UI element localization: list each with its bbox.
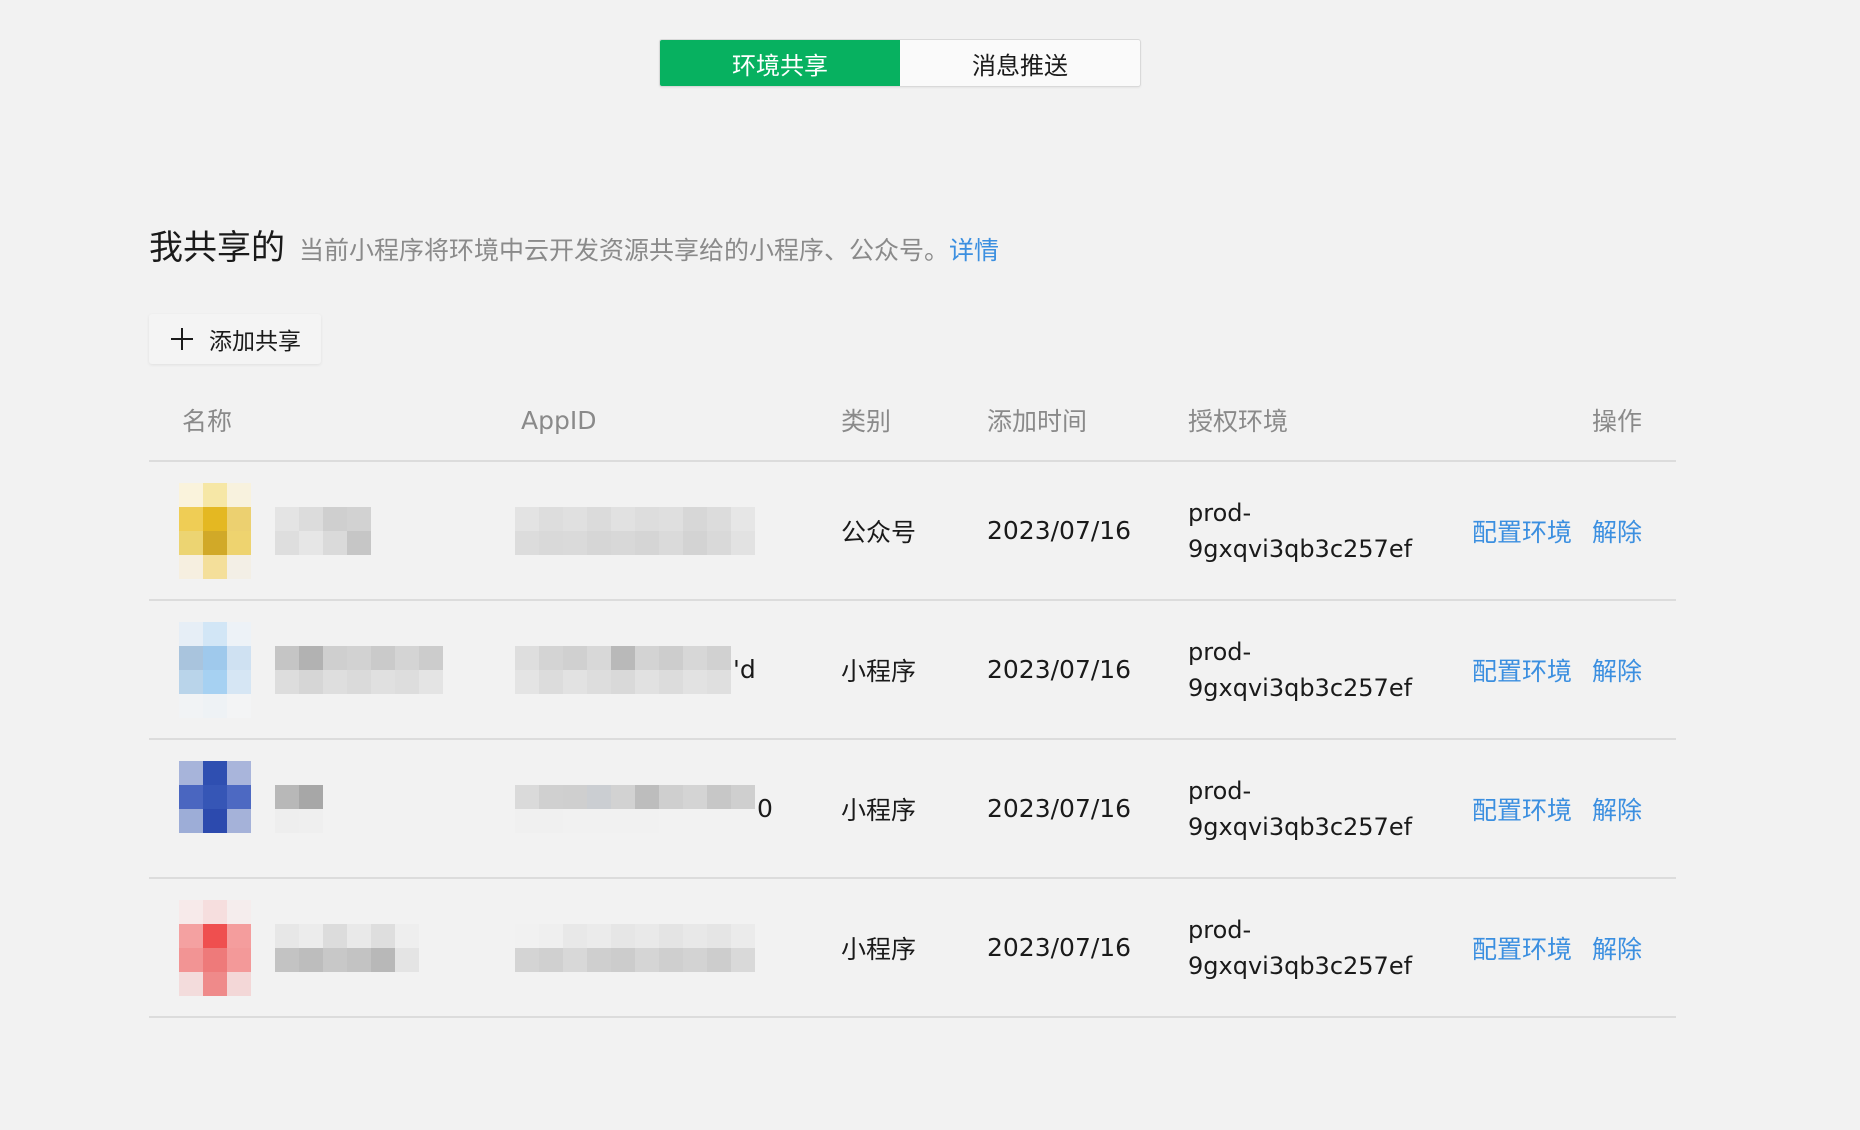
appid-cell bbox=[515, 462, 757, 599]
appid-redacted bbox=[515, 506, 755, 555]
env-line2: 9gxqvi3qb3c257ef bbox=[1188, 673, 1413, 702]
name-cell bbox=[179, 601, 443, 738]
header-type: 类别 bbox=[841, 407, 892, 436]
type-cell: 小程序 bbox=[841, 879, 916, 1016]
appid-cell bbox=[515, 879, 757, 1016]
type-value: 公众号 bbox=[841, 517, 917, 547]
env-line1: prod- bbox=[1188, 776, 1252, 805]
actions-cell: 配置环境 解除 bbox=[1472, 740, 1642, 877]
section-description: 当前小程序将环境中云开发资源共享给的小程序、公众号。 bbox=[299, 236, 950, 265]
name-cell bbox=[179, 462, 371, 599]
header-added-time: 添加时间 bbox=[987, 407, 1088, 436]
actions-cell: 配置环境 解除 bbox=[1472, 462, 1642, 599]
appid-redacted bbox=[515, 923, 755, 972]
appid-redacted bbox=[515, 645, 731, 694]
env-line1: prod- bbox=[1188, 915, 1252, 944]
env-line1: prod- bbox=[1188, 637, 1252, 666]
remove-link[interactable]: 解除 bbox=[1592, 652, 1642, 688]
config-env-link[interactable]: 配置环境 bbox=[1472, 930, 1572, 966]
tab-message-push[interactable]: 消息推送 bbox=[900, 40, 1140, 86]
env-cell: prod- 9gxqvi3qb3c257ef bbox=[1188, 740, 1412, 877]
header-appid: AppID bbox=[521, 405, 597, 435]
remove-link[interactable]: 解除 bbox=[1592, 930, 1642, 966]
app-avatar bbox=[179, 621, 251, 718]
added-time-value: 2023/07/16 bbox=[987, 516, 1132, 545]
app-name-redacted bbox=[275, 645, 443, 694]
appid-suffix: 'd bbox=[733, 655, 756, 684]
tab-switcher: 环境共享 消息推送 bbox=[659, 39, 1141, 87]
type-cell: 小程序 bbox=[841, 601, 916, 738]
env-cell: prod- 9gxqvi3qb3c257ef bbox=[1188, 462, 1412, 599]
date-cell: 2023/07/16 bbox=[987, 601, 1131, 738]
add-share-button[interactable]: 添加共享 bbox=[149, 314, 321, 364]
name-cell bbox=[179, 740, 323, 877]
appid-suffix: 0 bbox=[757, 794, 773, 823]
config-env-link[interactable]: 配置环境 bbox=[1472, 652, 1572, 688]
app-avatar bbox=[179, 899, 251, 996]
detail-link[interactable]: 详情 bbox=[949, 231, 999, 267]
tab-env-share[interactable]: 环境共享 bbox=[660, 40, 900, 86]
app-name-redacted bbox=[275, 784, 323, 833]
type-cell: 公众号 bbox=[841, 462, 916, 599]
table-header: 名称 AppID 类别 添加时间 授权环境 操作 bbox=[149, 380, 1676, 462]
type-value: 小程序 bbox=[841, 934, 917, 964]
remove-link[interactable]: 解除 bbox=[1592, 791, 1642, 827]
plus-icon bbox=[171, 328, 193, 350]
table-row: 公众号 2023/07/16 prod- 9gxqvi3qb3c257ef 配置… bbox=[149, 462, 1676, 601]
header-auth-env: 授权环境 bbox=[1188, 407, 1289, 436]
date-cell: 2023/07/16 bbox=[987, 462, 1131, 599]
env-cell: prod- 9gxqvi3qb3c257ef bbox=[1188, 879, 1412, 1016]
date-cell: 2023/07/16 bbox=[987, 879, 1131, 1016]
type-value: 小程序 bbox=[841, 795, 917, 825]
header-name: 名称 bbox=[182, 407, 233, 436]
name-cell bbox=[179, 879, 419, 1016]
actions-cell: 配置环境 解除 bbox=[1472, 879, 1642, 1016]
app-avatar bbox=[179, 482, 251, 579]
app-name-redacted bbox=[275, 506, 371, 555]
table-row: 0 小程序 2023/07/16 prod- 9gxqvi3qb3c257ef … bbox=[149, 740, 1676, 879]
env-line2: 9gxqvi3qb3c257ef bbox=[1188, 951, 1413, 980]
table-row: 'd 小程序 2023/07/16 prod- 9gxqvi3qb3c257ef… bbox=[149, 601, 1676, 740]
app-avatar bbox=[179, 760, 251, 857]
env-line1: prod- bbox=[1188, 498, 1252, 527]
actions-cell: 配置环境 解除 bbox=[1472, 601, 1642, 738]
section-title: 我共享的 bbox=[149, 228, 285, 268]
appid-cell: 0 bbox=[515, 740, 773, 877]
type-value: 小程序 bbox=[841, 656, 917, 686]
table-row: 小程序 2023/07/16 prod- 9gxqvi3qb3c257ef 配置… bbox=[149, 879, 1676, 1018]
header-actions: 操作 bbox=[1591, 407, 1642, 436]
env-cell: prod- 9gxqvi3qb3c257ef bbox=[1188, 601, 1412, 738]
config-env-link[interactable]: 配置环境 bbox=[1472, 791, 1572, 827]
type-cell: 小程序 bbox=[841, 740, 916, 877]
config-env-link[interactable]: 配置环境 bbox=[1472, 513, 1572, 549]
appid-redacted bbox=[515, 784, 755, 833]
env-line2: 9gxqvi3qb3c257ef bbox=[1188, 812, 1413, 841]
remove-link[interactable]: 解除 bbox=[1592, 513, 1642, 549]
env-line2: 9gxqvi3qb3c257ef bbox=[1188, 534, 1413, 563]
app-name-redacted bbox=[275, 923, 419, 972]
appid-cell: 'd bbox=[515, 601, 756, 738]
added-time-value: 2023/07/16 bbox=[987, 933, 1132, 962]
add-share-label: 添加共享 bbox=[209, 329, 301, 355]
added-time-value: 2023/07/16 bbox=[987, 655, 1132, 684]
section-header: 我共享的 当前小程序将环境中云开发资源共享给的小程序、公众号。 详情 bbox=[149, 220, 999, 269]
date-cell: 2023/07/16 bbox=[987, 740, 1131, 877]
added-time-value: 2023/07/16 bbox=[987, 794, 1132, 823]
shared-table: 名称 AppID 类别 添加时间 授权环境 操作 公众号 2023/07/16 … bbox=[149, 380, 1676, 1018]
